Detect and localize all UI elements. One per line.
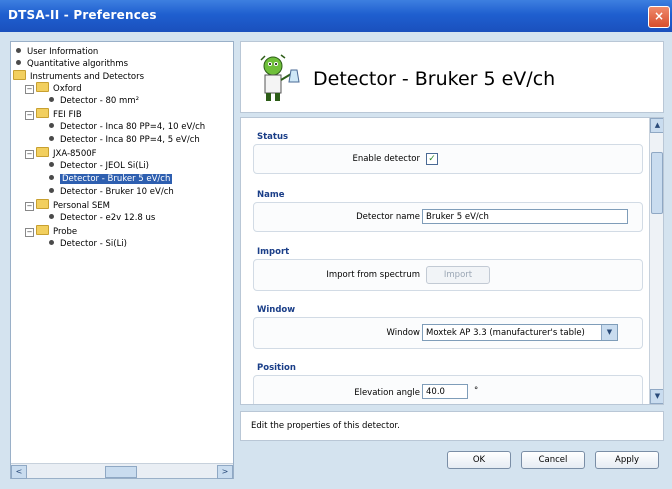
detector-title: Detector - Bruker 5 eV/ch [313,68,556,90]
tree-item-detector-80mm[interactable]: Detector - 80 mm² [49,95,139,108]
section-title-window: Window [257,305,296,315]
detector-name-field[interactable]: Bruker 5 eV/ch [422,209,628,224]
tree-item-label: Detector - Inca 80 PP=4, 10 eV/ch [60,122,206,132]
tree-item-bruker-5ev[interactable]: Detector - Bruker 5 eV/ch [49,173,173,186]
folder-icon [36,147,49,157]
section-title-status: Status [257,132,289,142]
navigation-tree-panel: User Information Quantitative algorithms… [10,41,234,479]
collapse-icon[interactable]: − [25,228,34,237]
bullet-icon [49,136,54,141]
collapse-icon[interactable]: − [25,85,34,94]
import-group: Import from spectrum Import [253,259,643,291]
bullet-icon [49,123,54,128]
dropdown-arrow-icon[interactable]: ▼ [601,325,617,340]
tree-item-label: Quantitative algorithms [27,59,129,69]
tree-item-label: Personal SEM [53,201,110,211]
tree-item-label: Detector - JEOL Si(Li) [60,161,150,171]
collapse-icon[interactable]: − [25,150,34,159]
section-title-import: Import [257,247,290,257]
tree-item-label: Detector - e2v 12.8 us [60,213,156,223]
bullet-icon [49,188,54,193]
folder-icon [36,199,49,209]
horizontal-scrollbar[interactable]: < > [11,463,233,479]
tree-item-personal-sem[interactable]: − Personal SEM [25,199,110,212]
scroll-down-button[interactable]: ▼ [650,389,663,404]
tree-item-label: FEI FIB [53,110,82,120]
tree-item-e2v[interactable]: Detector - e2v 12.8 us [49,212,155,225]
bullet-icon [49,214,54,219]
position-group: Elevation angle 40.0 ° [253,375,643,404]
scroll-thumb[interactable] [651,152,663,214]
collapse-icon[interactable]: − [25,202,34,211]
section-title-position: Position [257,363,296,373]
degree-unit-label: ° [474,386,479,396]
scroll-right-button[interactable]: > [217,465,233,479]
detector-name-label: Detector name [356,212,420,222]
tree-item-fei-fib[interactable]: − FEI FIB [25,108,82,121]
tree-item-label: Detector - Si(Li) [60,239,127,249]
tree-item-bruker-10ev[interactable]: Detector - Bruker 10 eV/ch [49,186,174,199]
tree-item-label: Probe [53,227,78,237]
preferences-tree: User Information Quantitative algorithms… [11,42,233,412]
title-bar[interactable]: DTSA-II - Preferences × [0,0,672,32]
bullet-icon [49,175,54,180]
folder-icon [36,82,49,92]
tree-item-probe[interactable]: − Probe [25,225,77,238]
import-from-spectrum-label: Import from spectrum [326,270,420,280]
window-select[interactable]: Moxtek AP 3.3 (manufacturer's table) ▼ [422,324,618,341]
scroll-up-button[interactable]: ▲ [650,118,663,133]
enable-detector-label: Enable detector [352,154,420,164]
window-label: Window [386,328,420,338]
enable-detector-checkbox[interactable]: ✓ [426,153,438,165]
cancel-button[interactable]: Cancel [521,451,585,469]
window-select-value: Moxtek AP 3.3 (manufacturer's table) [426,328,585,338]
bullet-icon [49,240,54,245]
dialog-buttons: OK Cancel Apply [240,445,662,475]
tree-item-label: Oxford [53,84,82,94]
elevation-angle-label: Elevation angle [354,388,420,398]
tree-item-label: Instruments and Detectors [30,72,145,82]
status-group: Enable detector ✓ [253,144,643,174]
bullet-icon [16,60,21,65]
scroll-left-button[interactable]: < [11,465,27,479]
tree-item-inca-10ev[interactable]: Detector - Inca 80 PP=4, 10 eV/ch [49,121,205,134]
detail-panel: Detector - Bruker 5 eV/ch Status Enable … [240,41,664,477]
tree-item-label-selected: Detector - Bruker 5 eV/ch [60,174,173,184]
tree-item-inca-5ev[interactable]: Detector - Inca 80 PP=4, 5 eV/ch [49,134,200,147]
scroll-thumb[interactable] [105,466,137,478]
name-group: Detector name Bruker 5 eV/ch [253,202,643,232]
ok-button[interactable]: OK [447,451,511,469]
apply-button[interactable]: Apply [595,451,659,469]
window-title: DTSA-II - Preferences [8,8,157,22]
folder-icon [36,108,49,118]
close-button[interactable]: × [648,6,670,28]
preferences-window: DTSA-II - Preferences × User Information… [0,0,672,489]
status-text: Edit the properties of this detector. [251,421,400,431]
elevation-angle-field[interactable]: 40.0 [422,384,468,399]
folder-icon [36,225,49,235]
tree-item-label: Detector - Bruker 10 eV/ch [60,187,174,197]
tree-item-jxa-8500f[interactable]: − JXA-8500F [25,147,97,160]
bullet-icon [49,97,54,102]
tree-item-label: User Information [27,47,99,57]
bullet-icon [49,162,54,167]
detector-form: Status Enable detector ✓ Name Detector n… [240,117,664,405]
bullet-icon [16,48,21,53]
tree-item-label: JXA-8500F [53,149,97,159]
tree-item-oxford[interactable]: − Oxford [25,82,82,95]
window-group: Window Moxtek AP 3.3 (manufacturer's tab… [253,317,643,349]
lab-mascot-icon [260,54,300,101]
vertical-scrollbar[interactable]: ▲ ▼ [649,118,663,404]
status-bar: Edit the properties of this detector. [240,411,664,441]
section-title-name: Name [257,190,285,200]
tree-item-probe-sili[interactable]: Detector - Si(Li) [49,238,127,251]
detail-header: Detector - Bruker 5 eV/ch [240,41,664,113]
tree-item-jeol-sili[interactable]: Detector - JEOL Si(Li) [49,160,149,173]
tree-item-label: Detector - Inca 80 PP=4, 5 eV/ch [60,135,200,145]
folder-icon [13,70,26,80]
collapse-icon[interactable]: − [25,111,34,120]
tree-item-label: Detector - 80 mm² [60,96,139,106]
import-button[interactable]: Import [426,266,490,284]
